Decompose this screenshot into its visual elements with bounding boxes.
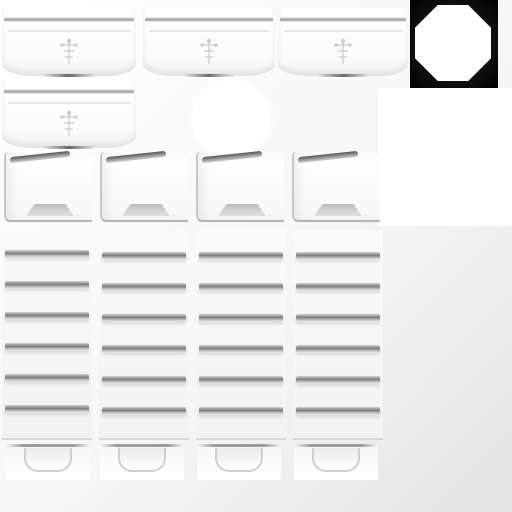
cup-rim [6,444,90,447]
tile-foot [182,74,236,77]
stripe-column [196,230,286,440]
emblem-tile [2,80,136,149]
cup-tile [197,444,281,480]
emblem-tile [278,8,408,77]
cup-rim [100,444,184,447]
cross-emblem-icon [334,38,352,64]
tile-rim [4,17,134,22]
texture-atlas [0,0,512,512]
stripe [102,314,186,322]
stripe [296,314,380,322]
cup-rim [197,444,281,447]
cup-tile [6,444,90,480]
stripe [5,250,89,258]
tile-foot [317,74,369,77]
tile-rim [4,89,134,94]
bracket-lip [202,150,262,164]
stripe [296,252,380,260]
bracket-tile [196,150,284,222]
stripe-column [293,230,383,440]
stripe [5,312,89,320]
tile-rim-inner [8,30,130,32]
stripe [5,405,89,413]
octagon-face [415,5,491,81]
cross-emblem-icon [60,38,78,64]
cross-emblem-icon [60,110,78,136]
bracket-lip [106,150,166,164]
cup-bowl [312,448,360,472]
stripe [102,283,186,291]
cup-tile [100,444,184,480]
tile-foot [42,74,96,77]
bracket-lip [298,150,358,164]
cross-emblem-icon [200,38,218,64]
cup-rim [294,444,378,447]
stripe [199,407,283,415]
cup-bowl [215,448,263,472]
cup-tile [294,444,378,480]
emblem-tile [2,8,136,77]
cup-bowl [118,448,166,472]
bracket-slot [122,204,170,216]
stripe [199,283,283,291]
tile-foot [42,146,96,149]
bracket-tile [4,150,92,222]
stripe [5,374,89,382]
bracket-tile [100,150,188,222]
bracket-tile [292,150,380,222]
tile-rim [145,17,273,22]
bracket-lip [10,150,70,164]
stripe [296,345,380,353]
stripe-column [2,230,92,440]
stripe [5,343,89,351]
stripe [5,281,89,289]
tile-rim-inner [149,30,269,32]
tile-rim-inner [284,30,402,32]
bracket-slot [218,204,266,216]
stripe-column [99,230,189,440]
tile-rim-inner [8,102,130,104]
tile-rim [280,17,406,22]
stripe [199,376,283,384]
stripe [296,283,380,291]
stripe [102,376,186,384]
stripe [199,252,283,260]
bracket-slot [314,204,362,216]
cup-bowl [24,448,72,472]
stripe [296,407,380,415]
circle-shape [192,80,270,158]
stripe [199,345,283,353]
stripe [102,407,186,415]
stripe [199,314,283,322]
octagon-shape [410,0,498,88]
stripe [102,252,186,260]
blank-panel [378,88,512,226]
bracket-slot [26,204,74,216]
stripe [296,376,380,384]
emblem-tile [143,8,275,77]
stripe [102,345,186,353]
